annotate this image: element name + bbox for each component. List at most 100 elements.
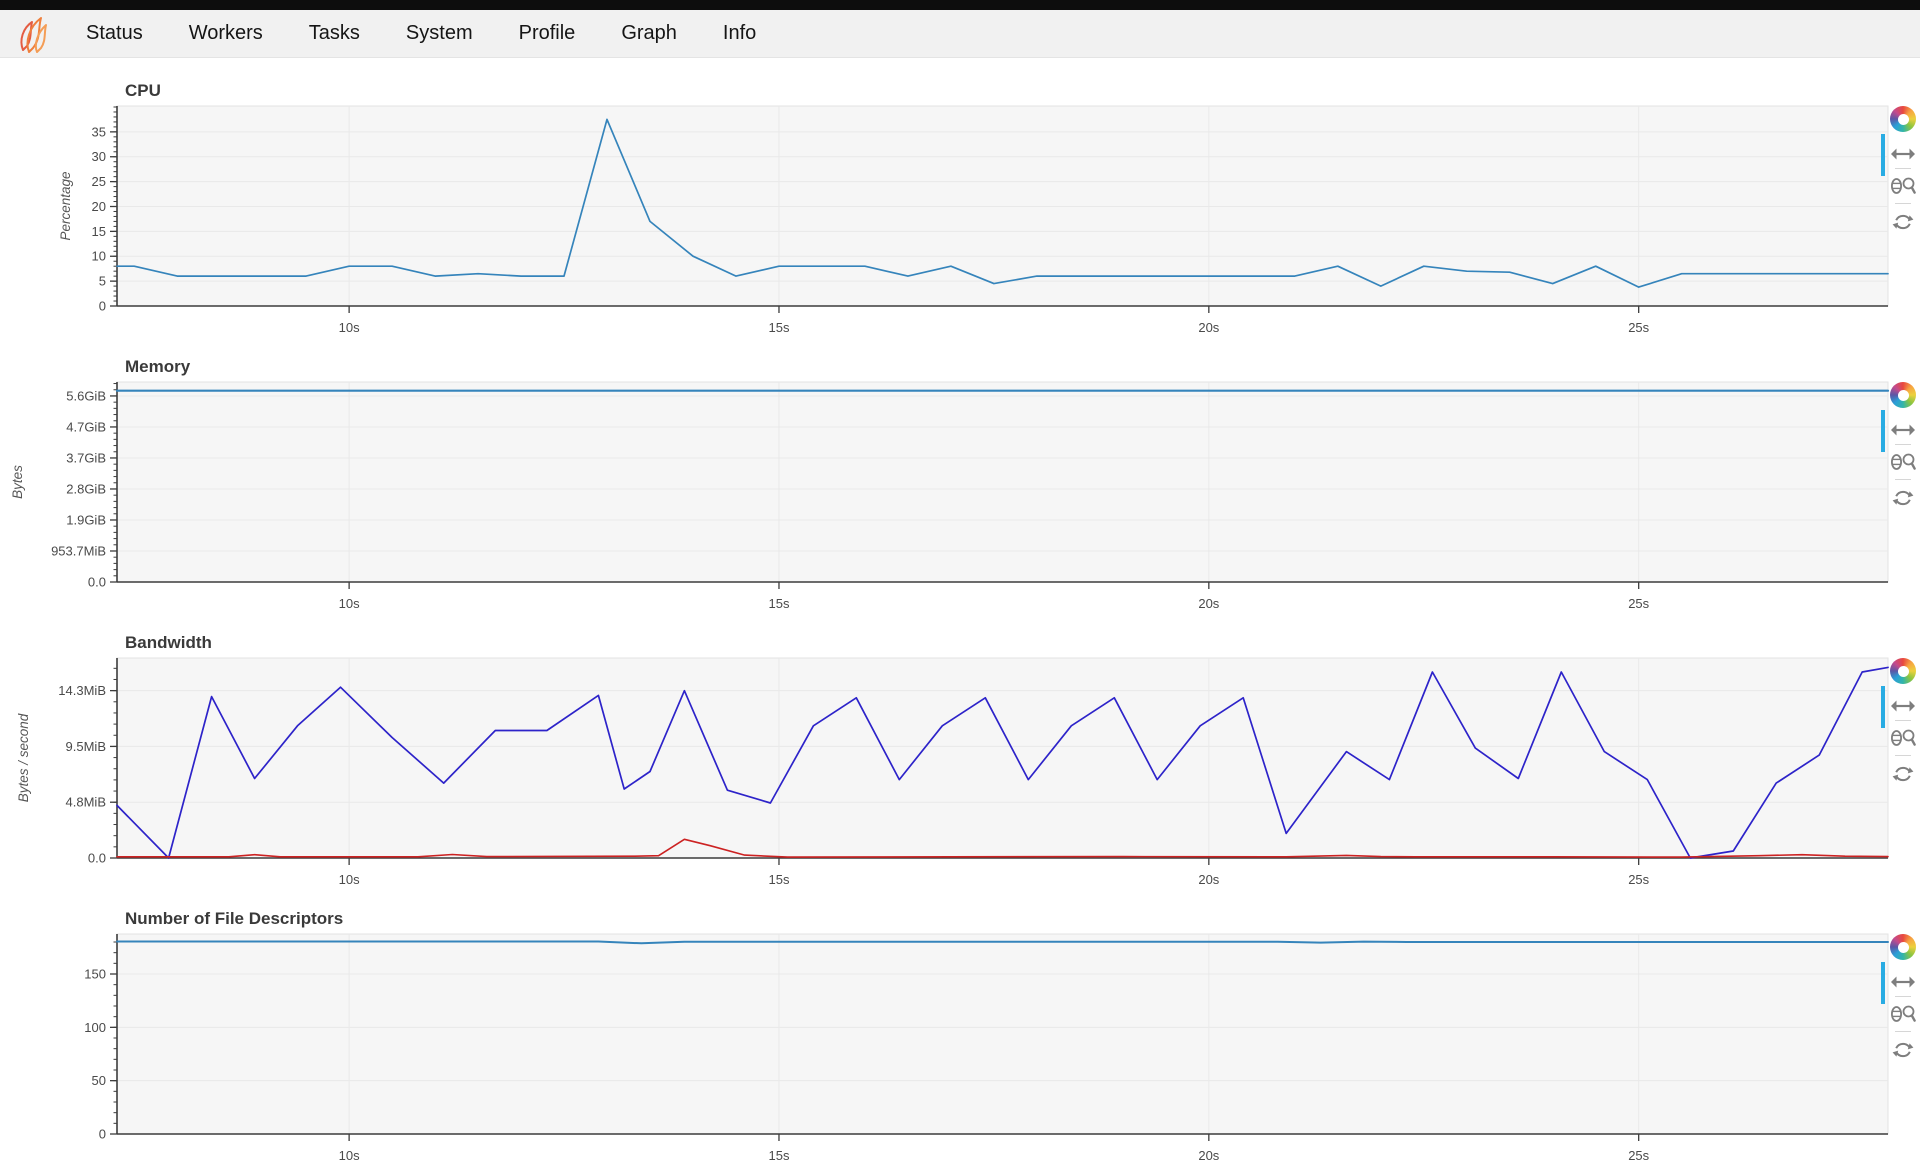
plot-area[interactable] [117,658,1888,858]
x-tick-label: 15s [768,320,789,335]
pan-tool-icon[interactable] [1891,699,1915,713]
nav-tab-graph[interactable]: Graph [621,22,677,45]
y-tick-label: 5 [99,274,106,289]
x-tick-label: 10s [339,1148,360,1163]
reset-tool-icon[interactable] [1892,211,1914,233]
chart-title: CPU [125,78,1920,104]
file-descriptors-plot-canvas[interactable]: 05010015010s15s20s25s [0,932,1920,1170]
refresh-arrows-icon [1892,763,1914,785]
wheel-zoom-tool-icon[interactable] [1890,728,1916,748]
bokeh-toolbar [1888,382,1918,509]
reset-tool-icon[interactable] [1892,1039,1914,1061]
cpu-plot-canvas[interactable]: 0510152025303510s15s20s25sPercentage [0,104,1920,342]
x-tick-label: 15s [768,872,789,887]
mouse-magnifier-icon [1890,728,1916,748]
bokeh-toolbar [1888,934,1918,1061]
wheel-zoom-tool-icon[interactable] [1890,452,1916,472]
bandwidth-chart: Bandwidth 0.04.8MiB9.5MiB14.3MiB10s15s20… [0,618,1920,894]
bokeh-logo-hole [1898,390,1909,401]
left-right-arrow-icon [1891,147,1915,161]
y-tick-label: 0.0 [88,851,106,866]
y-tick-label: 30 [92,149,106,164]
cpu-chart: CPU 0510152025303510s15s20s25sPercentage [0,66,1920,342]
y-tick-label: 5.6GiB [66,388,106,403]
chart-title: Number of File Descriptors [125,906,1920,932]
pan-tool-icon[interactable] [1891,423,1915,437]
y-tick-label: 35 [92,124,106,139]
bokeh-logo-hole [1898,942,1909,953]
reset-tool-icon[interactable] [1892,487,1914,509]
bokeh-logo-icon[interactable] [1890,934,1916,960]
left-right-arrow-icon [1891,975,1915,989]
pan-tool-icon[interactable] [1891,975,1915,989]
bokeh-logo-hole [1898,114,1909,125]
active-tool-indicator [1881,410,1885,452]
file-descriptors-chart: Number of File Descriptors 05010015010s1… [0,894,1920,1170]
y-tick-label: 100 [84,1020,106,1035]
memory-plot-canvas[interactable]: 0.0953.7MiB1.9GiB2.8GiB3.7GiB4.7GiB5.6Gi… [0,380,1920,618]
toolbar-separator [1895,168,1911,169]
pan-tool-icon[interactable] [1891,147,1915,161]
memory-chart: Memory 0.0953.7MiB1.9GiB2.8GiB3.7GiB4.7G… [0,342,1920,618]
y-tick-label: 25 [92,174,106,189]
toolbar-separator [1895,444,1911,445]
toolbar-separator [1895,203,1911,204]
y-axis-label: Bytes [10,465,25,499]
navbar: Status Workers Tasks System Profile Grap… [0,10,1920,58]
mouse-magnifier-icon [1890,176,1916,196]
plot-area[interactable] [117,934,1888,1134]
refresh-arrows-icon [1892,211,1914,233]
x-tick-label: 10s [339,320,360,335]
chart-title: Memory [125,354,1920,380]
y-tick-label: 15 [92,224,106,239]
y-axis-label: Bytes / second [16,713,31,802]
x-tick-label: 20s [1198,320,1219,335]
active-tool-indicator [1881,686,1885,728]
nav-tab-status[interactable]: Status [86,22,143,45]
mouse-magnifier-icon [1890,452,1916,472]
y-tick-label: 9.5MiB [66,739,106,754]
x-tick-label: 20s [1198,1148,1219,1163]
x-tick-label: 10s [339,596,360,611]
refresh-arrows-icon [1892,1039,1914,1061]
left-right-arrow-icon [1891,423,1915,437]
bokeh-logo-icon[interactable] [1890,382,1916,408]
toolbar-separator [1895,479,1911,480]
active-tool-indicator [1881,962,1885,1004]
wheel-zoom-tool-icon[interactable] [1890,1004,1916,1024]
y-tick-label: 4.8MiB [66,795,106,810]
toolbar-separator [1895,996,1911,997]
toolbar-separator [1895,720,1911,721]
system-charts: CPU 0510152025303510s15s20s25sPercentage [0,58,1920,1170]
nav-tab-system[interactable]: System [406,22,473,45]
y-tick-label: 953.7MiB [51,543,106,558]
bokeh-logo-icon[interactable] [1890,106,1916,132]
x-tick-label: 20s [1198,872,1219,887]
bokeh-logo-hole [1898,666,1909,677]
bandwidth-plot-canvas[interactable]: 0.04.8MiB9.5MiB14.3MiB10s15s20s25sBytes … [0,656,1920,894]
x-tick-label: 15s [768,596,789,611]
nav-tab-workers[interactable]: Workers [189,22,263,45]
x-tick-label: 15s [768,1148,789,1163]
nav-tab-info[interactable]: Info [723,22,756,45]
y-tick-label: 0.0 [88,575,106,590]
wheel-zoom-tool-icon[interactable] [1890,176,1916,196]
left-right-arrow-icon [1891,699,1915,713]
dask-logo-icon[interactable] [10,11,56,57]
nav-tab-profile[interactable]: Profile [519,22,576,45]
bokeh-logo-icon[interactable] [1890,658,1916,684]
x-tick-label: 25s [1628,1148,1649,1163]
y-tick-label: 1.9GiB [66,512,106,527]
toolbar-separator [1895,1031,1911,1032]
nav-tab-tasks[interactable]: Tasks [309,22,360,45]
bokeh-toolbar [1888,106,1918,233]
x-tick-label: 10s [339,872,360,887]
x-tick-label: 20s [1198,596,1219,611]
nav-tabs: Status Workers Tasks System Profile Grap… [86,22,756,45]
x-tick-label: 25s [1628,872,1649,887]
y-tick-label: 0 [99,1127,106,1142]
reset-tool-icon[interactable] [1892,763,1914,785]
y-tick-label: 2.8GiB [66,481,106,496]
x-tick-label: 25s [1628,596,1649,611]
plot-area[interactable] [117,382,1888,582]
